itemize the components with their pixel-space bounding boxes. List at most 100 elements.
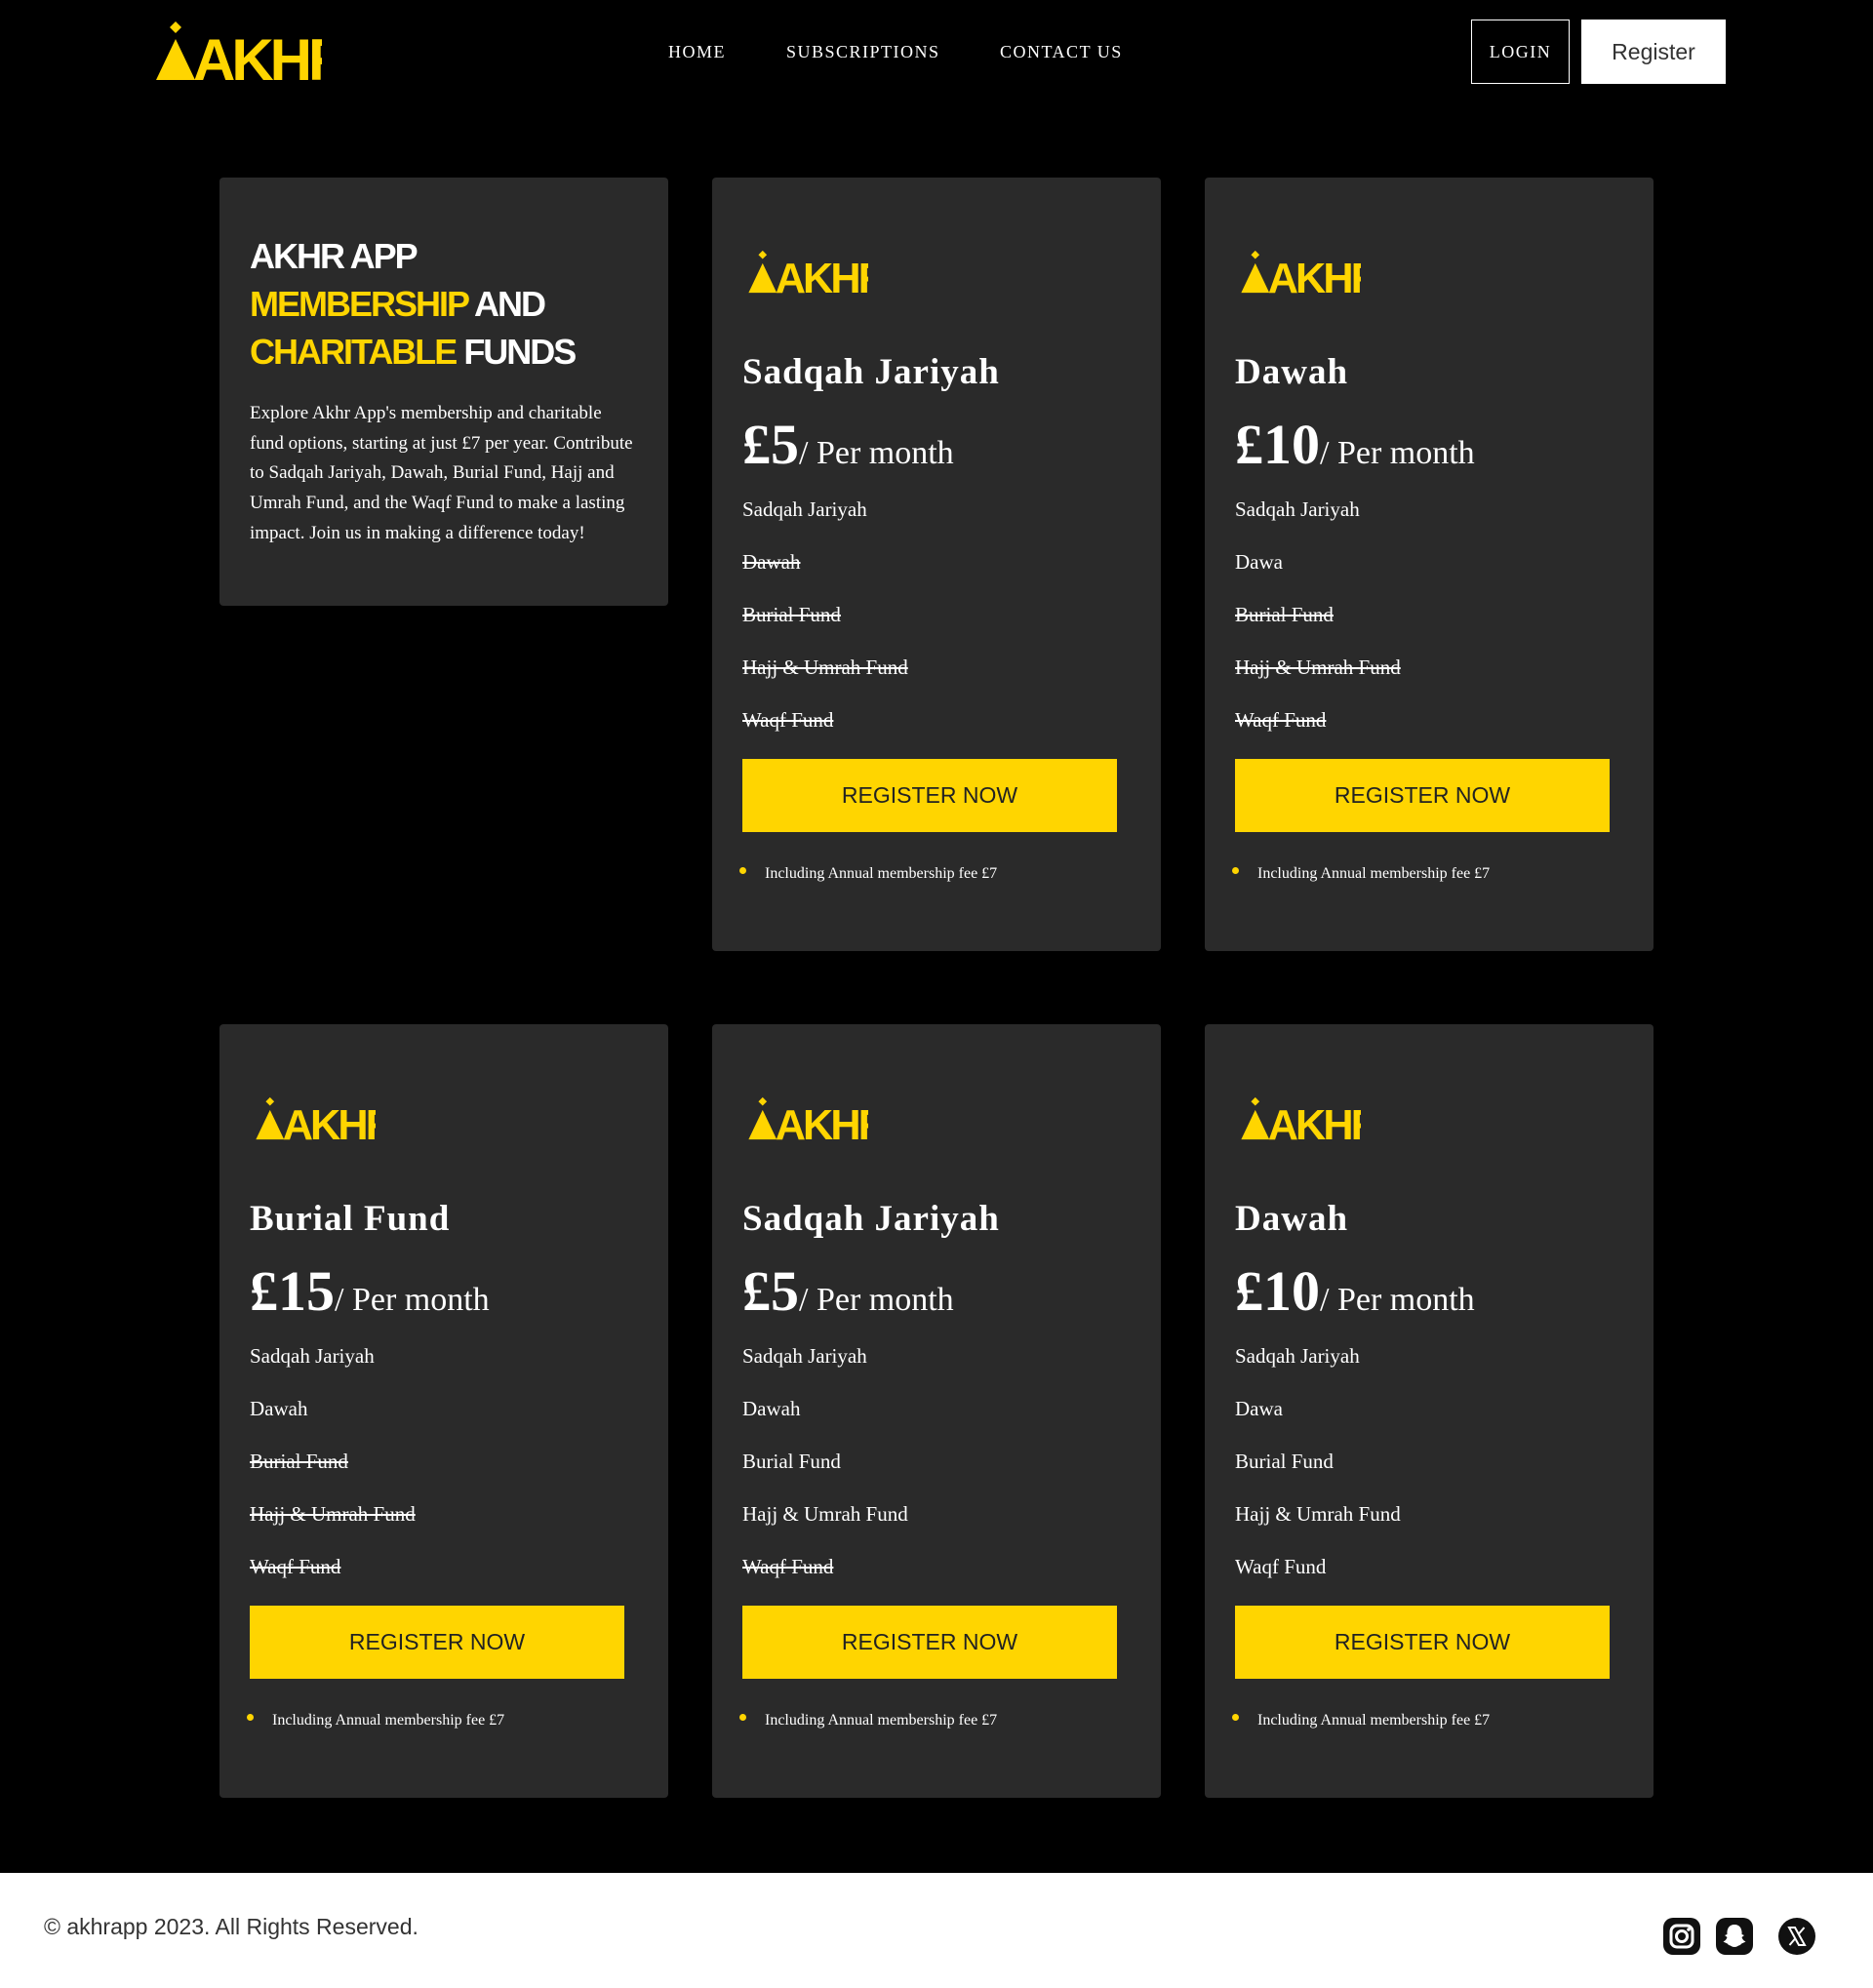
intro-heading-and: AND bbox=[467, 284, 546, 324]
plan-feature-item: Dawa bbox=[1235, 1397, 1283, 1420]
bullet-dot-icon bbox=[1232, 866, 1239, 874]
plan-price: £10/ Per month bbox=[1235, 1258, 1475, 1324]
akhr-logo-mark: AKHR bbox=[1241, 1096, 1361, 1142]
plan-feature-item: Hajj & Umrah Fund bbox=[1235, 656, 1401, 679]
akhr-logo-mark: AKHR bbox=[256, 1096, 376, 1142]
plan-price-amount: £10 bbox=[1235, 1259, 1320, 1323]
register-button[interactable]: Register bbox=[1581, 20, 1726, 84]
plan-feature-item: Burial Fund bbox=[250, 1450, 348, 1473]
x-twitter-icon[interactable] bbox=[1777, 1917, 1816, 1956]
plan-feature-item: Waqf Fund bbox=[742, 1555, 834, 1578]
membership-fee-text: Including Annual membership fee £7 bbox=[1257, 1712, 1491, 1729]
plan-price: £10/ Per month bbox=[1235, 412, 1475, 477]
plan-card: AKHR Dawah £10/ Per month Sadqah Jariyah Da… bbox=[1205, 178, 1654, 951]
plan-name: Sadqah Jariyah bbox=[742, 352, 1000, 392]
plan-name: Burial Fund bbox=[250, 1199, 451, 1239]
akhr-logo-mark: AKHR bbox=[748, 250, 868, 296]
plan-feature-item: Sadqah Jariyah bbox=[250, 1344, 375, 1368]
plan-price-period: / Per month bbox=[1320, 435, 1475, 471]
plan-card: AKHR Burial Fund £15/ Per month Sadqah Jar… bbox=[219, 1024, 668, 1798]
akhr-logo-mark: AKHR bbox=[748, 1096, 868, 1142]
register-now-button[interactable]: REGISTER NOW bbox=[742, 1606, 1117, 1679]
plan-price-period: / Per month bbox=[1320, 1282, 1475, 1318]
akhr-logo: AKHR bbox=[741, 248, 868, 296]
register-now-button[interactable]: REGISTER NOW bbox=[1235, 1606, 1610, 1679]
membership-fee-text: Including Annual membership fee £7 bbox=[765, 1712, 998, 1729]
plan-price-period: / Per month bbox=[335, 1282, 490, 1318]
plan-name: Dawah bbox=[1235, 352, 1349, 392]
register-now-button[interactable]: REGISTER NOW bbox=[250, 1606, 624, 1679]
membership-fee-note: Including Annual membership fee £7 bbox=[739, 1712, 997, 1730]
intro-heading-funds: FUNDS bbox=[456, 332, 577, 372]
copyright-text: © akhrapp 2023. All Rights Reserved. bbox=[44, 1914, 418, 1939]
membership-fee-note: Including Annual membership fee £7 bbox=[1232, 865, 1490, 883]
plan-feature-item: Sadqah Jariyah bbox=[742, 1344, 867, 1368]
plan-features-list: Sadqah Jariyah Dawa Burial Fund Hajj & Umra… bbox=[1235, 1341, 1401, 1605]
membership-fee-note: Including Annual membership fee £7 bbox=[739, 865, 997, 883]
svg-text:AKHR: AKHR bbox=[776, 1102, 868, 1142]
register-now-button[interactable]: REGISTER NOW bbox=[1235, 759, 1610, 832]
plan-feature-item: Hajj & Umrah Fund bbox=[742, 1502, 908, 1526]
plan-card: AKHR Dawah £10/ Per month Sadqah Jariyah Da… bbox=[1205, 1024, 1654, 1798]
snapchat-icon[interactable] bbox=[1715, 1917, 1754, 1956]
plan-price: £5/ Per month bbox=[742, 412, 954, 477]
plan-feature-item: Waqf Fund bbox=[1235, 1555, 1327, 1578]
site-header: AKHR HOME SUBSCRIPTIONS CONTACT US LOGIN… bbox=[0, 0, 1873, 107]
plan-features-list: Sadqah Jariyah Dawah Burial Fund Hajj & Umr… bbox=[742, 495, 908, 758]
nav-contact-us-link[interactable]: CONTACT US bbox=[1000, 42, 1123, 62]
plan-features-list: Sadqah Jariyah Dawah Burial Fund Hajj & Umr… bbox=[742, 1341, 908, 1605]
plan-feature-item: Sadqah Jariyah bbox=[1235, 497, 1360, 521]
plan-feature-item: Burial Fund bbox=[1235, 1450, 1334, 1473]
plan-feature-item: Hajj & Umrah Fund bbox=[250, 1502, 416, 1526]
bullet-dot-icon bbox=[739, 1713, 746, 1721]
membership-fee-note: Including Annual membership fee £7 bbox=[247, 1712, 504, 1730]
nav-subscriptions-link[interactable]: SUBSCRIPTIONS bbox=[786, 42, 940, 62]
plan-feature-item: Sadqah Jariyah bbox=[1235, 1344, 1360, 1368]
plan-feature-item: Dawa bbox=[1235, 550, 1283, 574]
plan-price: £15/ Per month bbox=[250, 1258, 490, 1324]
plan-feature-item: Waqf Fund bbox=[1235, 708, 1327, 732]
plan-name: Dawah bbox=[1235, 1199, 1349, 1239]
nav-home-link[interactable]: HOME bbox=[668, 42, 726, 62]
bullet-dot-icon bbox=[247, 1713, 254, 1721]
login-button[interactable]: LOGIN bbox=[1471, 20, 1570, 84]
membership-fee-text: Including Annual membership fee £7 bbox=[272, 1712, 505, 1729]
plan-feature-item: Waqf Fund bbox=[250, 1555, 341, 1578]
plan-feature-item: Hajj & Umrah Fund bbox=[1235, 1502, 1401, 1526]
plan-card: AKHR Sadqah Jariyah £5/ Per month Sadqah J… bbox=[712, 1024, 1161, 1798]
plan-feature-item: Dawah bbox=[742, 550, 801, 574]
register-now-button[interactable]: REGISTER NOW bbox=[742, 759, 1117, 832]
site-footer: © akhrapp 2023. All Rights Reserved. bbox=[0, 1873, 1873, 1988]
intro-heading-highlight-charitable: CHARITABLE bbox=[250, 332, 458, 372]
plan-price: £5/ Per month bbox=[742, 1258, 954, 1324]
plan-feature-item: Burial Fund bbox=[742, 603, 841, 626]
plan-feature-item: Burial Fund bbox=[1235, 603, 1334, 626]
plan-feature-item: Hajj & Umrah Fund bbox=[742, 656, 908, 679]
membership-fee-note: Including Annual membership fee £7 bbox=[1232, 1712, 1490, 1730]
bullet-dot-icon bbox=[1232, 1713, 1239, 1721]
membership-fee-text: Including Annual membership fee £7 bbox=[765, 865, 998, 882]
plan-price-period: / Per month bbox=[799, 1282, 954, 1318]
membership-fee-text: Including Annual membership fee £7 bbox=[1257, 865, 1491, 882]
akhr-logo: AKHR bbox=[1234, 248, 1361, 296]
akhr-logo-mark: AKHR bbox=[1241, 250, 1361, 296]
intro-heading: AKHR APP MEMBERSHIP AND CHARITABLE FUNDS bbox=[250, 232, 639, 376]
svg-text:AKHR: AKHR bbox=[283, 1102, 376, 1142]
plan-feature-item: Dawah bbox=[250, 1397, 308, 1420]
plan-feature-item: Dawah bbox=[742, 1397, 801, 1420]
instagram-icon[interactable] bbox=[1662, 1917, 1701, 1956]
intro-description: Explore Akhr App's membership and charit… bbox=[250, 403, 633, 543]
svg-text:AKHR: AKHR bbox=[1268, 256, 1361, 296]
svg-text:AKHR: AKHR bbox=[1268, 1102, 1361, 1142]
plan-features-list: Sadqah Jariyah Dawah Burial Fund Hajj & Umr… bbox=[250, 1341, 416, 1605]
plan-features-list: Sadqah Jariyah Dawa Burial Fund Hajj & Umra… bbox=[1235, 495, 1401, 758]
svg-text:AKHR: AKHR bbox=[776, 256, 868, 296]
plan-price-amount: £5 bbox=[742, 1259, 799, 1323]
akhr-logo: AKHR bbox=[1234, 1094, 1361, 1142]
plan-name: Sadqah Jariyah bbox=[742, 1199, 1000, 1239]
intro-heading-line1: AKHR APP bbox=[250, 236, 418, 276]
plan-price-amount: £5 bbox=[742, 413, 799, 476]
plan-feature-item: Waqf Fund bbox=[742, 708, 834, 732]
plan-price-period: / Per month bbox=[799, 435, 954, 471]
plan-feature-item: Sadqah Jariyah bbox=[742, 497, 867, 521]
